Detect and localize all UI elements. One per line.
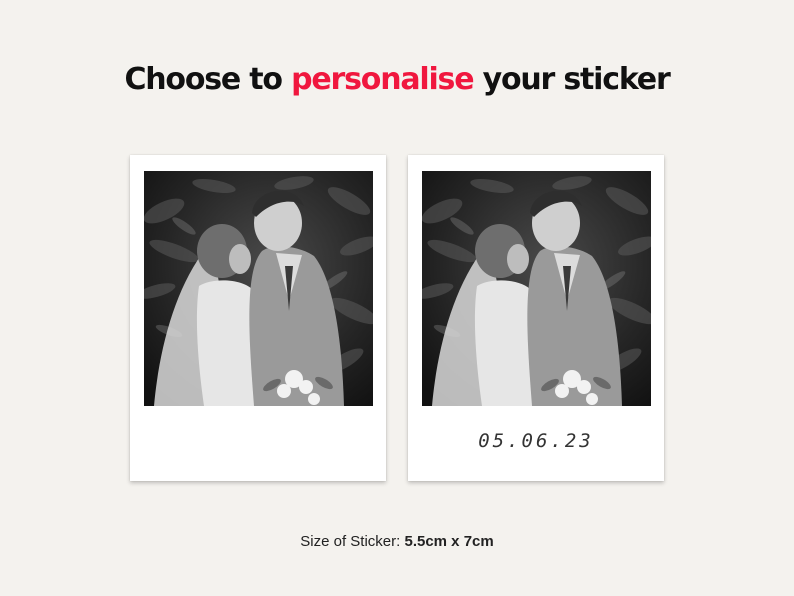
sticker-caption-date: 05.06.23 — [478, 430, 594, 452]
title-accent-word: personalise — [291, 62, 474, 97]
size-label: Size of Sticker: — [300, 533, 401, 550]
sticker-plain — [130, 155, 386, 481]
title-prefix: Choose to — [124, 62, 283, 97]
sticker-personalised: 05.06.23 — [408, 155, 664, 481]
size-value: 5.5cm x 7cm — [404, 533, 494, 550]
page-title: Choose to personalise your sticker — [0, 62, 794, 97]
title-suffix: your sticker — [482, 62, 671, 97]
wedding-photo — [422, 171, 651, 406]
wedding-photo — [144, 171, 373, 406]
sticker-size-info: Size of Sticker: 5.5cm x 7cm — [0, 533, 794, 550]
